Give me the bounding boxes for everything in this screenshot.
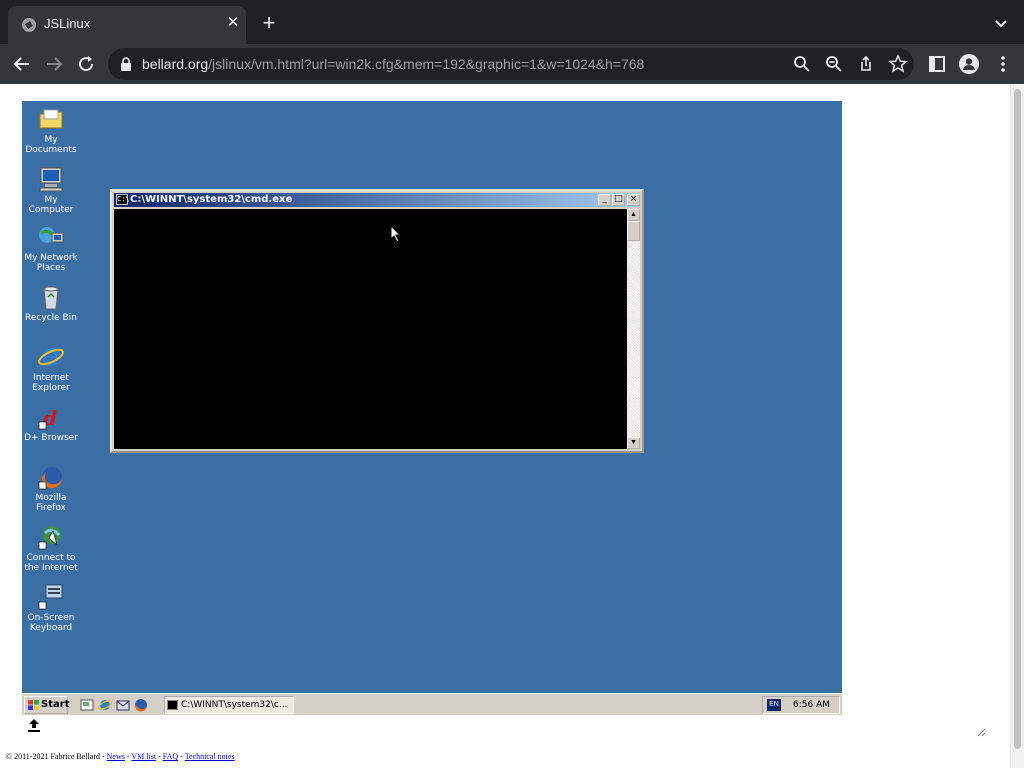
browser-tab-strip: JSLinux ✕ + — [0, 0, 1024, 44]
chevron-down-icon[interactable] — [990, 12, 1012, 34]
lock-icon[interactable] — [120, 57, 132, 71]
url-text[interactable]: bellard.org/jslinux/vm.html?url=win2k.cf… — [142, 56, 644, 72]
firefox-quicklaunch-icon[interactable] — [134, 698, 148, 712]
language-indicator[interactable]: EN — [767, 699, 781, 711]
desktop-icon-network-places[interactable]: My Network Places — [22, 223, 81, 273]
connect-icon — [38, 526, 61, 550]
page-content: My Documents My Computer My Network Plac… — [0, 85, 1024, 768]
mouse-pointer-icon — [390, 225, 402, 243]
ie-icon — [38, 348, 64, 366]
bookmark-star-icon[interactable] — [888, 54, 908, 74]
menu-kebab-icon[interactable] — [992, 53, 1014, 75]
footer-link-news[interactable]: News — [107, 752, 125, 761]
desktop-icon-my-computer[interactable]: My Computer — [22, 165, 81, 215]
profile-avatar-icon[interactable] — [958, 53, 980, 75]
upload-icon[interactable] — [26, 717, 42, 733]
vm-screen[interactable]: My Documents My Computer My Network Plac… — [22, 101, 842, 715]
start-button[interactable]: Start — [24, 696, 69, 714]
desktop-icon-on-screen-keyboard[interactable]: On-Screen Keyboard — [22, 583, 81, 633]
clock[interactable]: 6:56 AM — [793, 700, 830, 710]
folder-icon — [39, 109, 63, 129]
maximize-button[interactable]: □ — [612, 194, 625, 206]
dplus-icon: d — [38, 406, 57, 430]
desktop-icon-my-documents[interactable]: My Documents — [22, 105, 81, 155]
page-scrollbar-thumb[interactable] — [1014, 89, 1021, 749]
cmd-title-bar[interactable]: C:\ C:\WINNT\system32\cmd.exe _ □ × — [114, 193, 640, 207]
outlook-quicklaunch-icon[interactable] — [116, 698, 130, 712]
browser-tab[interactable]: JSLinux ✕ — [8, 6, 246, 44]
footer: © 2011-2021 Fabrice Bellard - News - VM … — [6, 752, 235, 761]
taskbar: Start C:\WINNT\system32\c... EN 6:56 AM — [22, 693, 842, 715]
system-tray: EN 6:56 AM — [762, 696, 840, 714]
browser-toolbar: bellard.org/jslinux/vm.html?url=win2k.cf… — [0, 44, 1024, 84]
desktop-icon-recycle-bin[interactable]: Recycle Bin — [22, 283, 81, 323]
scroll-down-arrow-icon[interactable]: ▼ — [627, 437, 640, 449]
search-icon[interactable] — [792, 54, 812, 74]
footer-link-faq[interactable]: FAQ — [163, 752, 178, 761]
show-desktop-icon[interactable] — [80, 698, 94, 712]
new-tab-button[interactable]: + — [258, 12, 280, 34]
network-icon — [39, 227, 64, 243]
taskbar-item-cmd[interactable]: C:\WINNT\system32\c... — [164, 696, 294, 714]
scroll-up-arrow-icon[interactable]: ▲ — [627, 209, 640, 221]
address-bar[interactable]: bellard.org/jslinux/vm.html?url=win2k.cf… — [108, 48, 914, 80]
cmd-title: C:\WINNT\system32\cmd.exe — [130, 194, 293, 205]
console-icon: C:\ — [116, 194, 130, 205]
cmd-window[interactable]: C:\ C:\WINNT\system32\cmd.exe _ □ × ▲ ▼ — [110, 189, 644, 453]
desktop-icon-internet-explorer[interactable]: Internet Explorer — [22, 343, 81, 393]
desktop-icon-mozilla-firefox[interactable]: Mozilla Firefox — [22, 463, 81, 513]
desktop-icon-connect-internet[interactable]: Connect to the Internet — [22, 523, 81, 573]
desktop-icon-dplus-browser[interactable]: d D+ Browser — [22, 403, 81, 443]
forward-icon[interactable] — [42, 52, 66, 76]
zoom-out-icon[interactable] — [824, 54, 844, 74]
firefox-icon — [38, 467, 62, 490]
console-icon — [167, 700, 178, 710]
minimize-button[interactable]: _ — [598, 194, 611, 206]
console-output[interactable] — [114, 209, 627, 449]
footer-link-technical-notes[interactable]: Technical notes — [185, 752, 235, 761]
close-button[interactable]: × — [627, 194, 640, 206]
share-icon[interactable] — [856, 54, 876, 74]
footer-link-vm-list[interactable]: VM list — [131, 752, 156, 761]
windows-logo-icon — [28, 700, 39, 710]
resize-grip-icon[interactable] — [976, 727, 986, 737]
keyboard-icon — [38, 584, 63, 610]
back-icon[interactable] — [10, 52, 34, 76]
tab-title: JSLinux — [44, 16, 91, 31]
reload-icon[interactable] — [74, 52, 98, 76]
globe-icon — [22, 18, 36, 32]
tab-close-icon[interactable]: ✕ — [224, 14, 242, 32]
ie-quicklaunch-icon[interactable] — [98, 698, 112, 712]
page-scrollbar[interactable] — [1010, 85, 1024, 768]
computer-icon — [39, 167, 63, 192]
scrollbar-thumb[interactable] — [627, 221, 640, 241]
console-scrollbar[interactable]: ▲ ▼ — [627, 209, 640, 449]
recycle-bin-icon — [43, 286, 59, 310]
side-panel-icon[interactable] — [926, 53, 948, 75]
